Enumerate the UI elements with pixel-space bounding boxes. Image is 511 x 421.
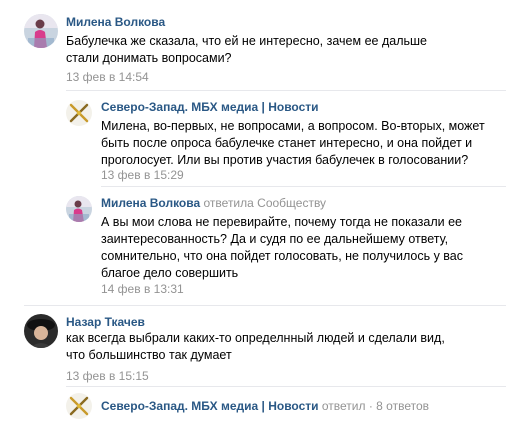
- comment-author[interactable]: Милена Волкова: [101, 196, 200, 210]
- avatar[interactable]: [24, 14, 58, 48]
- comment: Назар Ткачев как всегда выбрали каких-то…: [0, 306, 511, 386]
- replies-summary[interactable]: Северо-Запад. МБХ медиа | Новости ответи…: [0, 387, 511, 421]
- avatar[interactable]: [24, 314, 58, 348]
- user-avatar-icon: [66, 196, 92, 222]
- comment-reply: Северо-Запад. МБХ медиа | Новости Милена…: [0, 91, 511, 186]
- reply-count-link[interactable]: 8 ответов: [376, 399, 429, 413]
- user-avatar-icon: [24, 14, 58, 48]
- replied-label: ответил: [321, 399, 366, 413]
- comment-date[interactable]: 13 фев в 15:15: [66, 369, 149, 383]
- comment-date[interactable]: 13 фев в 15:29: [101, 168, 184, 182]
- user-avatar-icon: [24, 314, 58, 348]
- comment-text: Милена, во-первых, не вопросами, а вопро…: [101, 119, 485, 167]
- comment-reply: Милена Волкова ответила Сообществу А вы …: [0, 187, 511, 305]
- comment: Милена Волкова Бабулечка же сказала, что…: [0, 0, 511, 90]
- comment-author-line: Милена Волкова ответила Сообществу: [101, 196, 326, 210]
- comments-thread: Милена Волкова Бабулечка же сказала, что…: [0, 0, 511, 421]
- avatar[interactable]: [66, 196, 92, 222]
- comment-author[interactable]: Северо-Запад. МБХ медиа | Новости: [101, 399, 319, 413]
- summary-line: Северо-Запад. МБХ медиа | Новости ответи…: [101, 399, 429, 413]
- comment-date[interactable]: 13 фев в 14:54: [66, 70, 149, 84]
- crossed-swords-icon: [66, 100, 92, 126]
- separator: ·: [368, 399, 373, 413]
- comment-text: А вы мои слова не перевирайте, почему то…: [101, 215, 463, 280]
- avatar[interactable]: [66, 100, 92, 126]
- comment-text: как всегда выбрали каких-то определнный …: [66, 331, 445, 362]
- comment-text: Бабулечка же сказала, что ей не интересн…: [66, 34, 427, 65]
- crossed-swords-icon: [66, 393, 92, 419]
- replied-to-link[interactable]: ответила Сообществу: [204, 196, 327, 210]
- comment-author[interactable]: Назар Ткачев: [66, 315, 145, 329]
- avatar[interactable]: [66, 393, 92, 419]
- comment-date[interactable]: 14 фев в 13:31: [101, 282, 184, 296]
- comment-author[interactable]: Милена Волкова: [66, 15, 165, 29]
- comment-author[interactable]: Северо-Запад. МБХ медиа | Новости: [101, 100, 319, 114]
